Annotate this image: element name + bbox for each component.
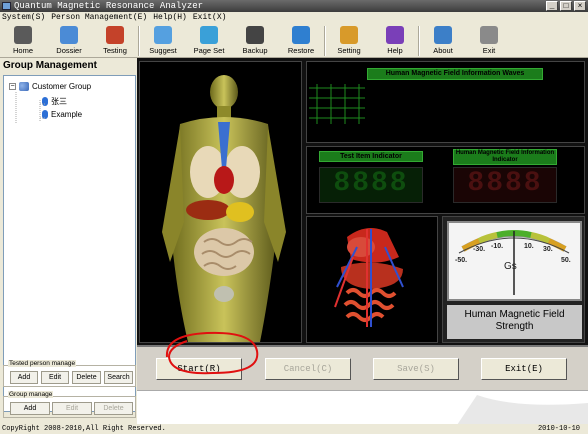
- toolbar-testing-button[interactable]: Testing: [92, 24, 138, 58]
- indicator-panel: Test Item Indicator 8888 Human Magnetic …: [306, 146, 585, 214]
- body-figure-panel: [139, 61, 302, 343]
- restore-icon: [292, 26, 310, 44]
- toolbar-label: Exit: [482, 46, 496, 55]
- tested-person-manage-group: Tested person manage Add Edit Delete Sea…: [3, 360, 136, 387]
- toolbar-backup-button[interactable]: Backup: [232, 24, 278, 58]
- menu-help[interactable]: Help(H): [153, 12, 187, 24]
- exit-icon: [480, 26, 498, 44]
- toolbar-setting-button[interactable]: Setting: [326, 24, 372, 58]
- toolbar-label: Home: [12, 46, 33, 55]
- action-bar: Start(R) Cancel(C) Save(S) Exit(E): [137, 331, 588, 390]
- copyright-text: CopyRight 2008-2010,All Right Reserved.: [2, 425, 166, 433]
- backup-icon: [246, 26, 264, 44]
- gauge-label: Human Magnetic Field Strength: [447, 305, 582, 339]
- sidebar-title: Group Management: [3, 60, 97, 71]
- toolbar-home-button[interactable]: Home: [0, 24, 46, 58]
- toolbar-label: Backup: [242, 46, 268, 55]
- toolbar-label: Help: [387, 46, 403, 55]
- toolbar-suggest-button[interactable]: Suggest: [140, 24, 186, 58]
- test-item-display: 8888: [319, 167, 423, 203]
- save-button[interactable]: Save(S): [373, 358, 459, 380]
- group-management-panel: Group Management − Customer Group 张三 Exa…: [0, 58, 137, 424]
- menu-system[interactable]: System(S): [2, 12, 45, 24]
- app-icon: [2, 2, 11, 10]
- dossier-icon: [60, 26, 78, 44]
- help-icon: [386, 26, 404, 44]
- toolbar-exit-button[interactable]: Exit: [466, 24, 512, 58]
- test-item-title: Test Item Indicator: [319, 151, 423, 162]
- toolbar-label: Page Set: [193, 46, 225, 55]
- info-indicator-display: 8888: [453, 167, 557, 203]
- red-circle-annotation: [165, 331, 259, 375]
- menu-bar: System(S) Person Management(E) Help(H) E…: [0, 12, 588, 24]
- toolbar-label: Setting: [337, 46, 361, 55]
- gauge-panel: -50. -30. -10. 10. 30. 50. Gs Human Magn…: [442, 216, 585, 343]
- suggest-icon: [154, 26, 172, 44]
- maximize-button[interactable]: □: [560, 1, 572, 11]
- gauge-tick-label: 30.: [543, 246, 553, 253]
- group-add-button[interactable]: Add: [10, 402, 50, 415]
- toolbar-about-button[interactable]: About: [420, 24, 466, 58]
- tested-delete-button[interactable]: Delete: [72, 371, 101, 384]
- exit-button[interactable]: Exit(E): [481, 358, 567, 380]
- gauge-tick-label: 50.: [561, 257, 571, 264]
- status-date: 2010-10-10: [537, 425, 580, 433]
- tested-edit-button[interactable]: Edit: [41, 371, 69, 384]
- group-manage-group: Group manage Add Edit Delete: [3, 391, 136, 418]
- status-bar: CopyRight 2008-2010,All Right Reserved. …: [0, 424, 588, 434]
- lower-content-area: [137, 390, 588, 425]
- cancel-button[interactable]: Cancel(C): [265, 358, 351, 380]
- tested-search-button[interactable]: Search: [104, 371, 133, 384]
- lower-scribble-background: [457, 395, 588, 425]
- gauge-tick-label: -30.: [473, 246, 486, 253]
- toolbar-label: Suggest: [149, 46, 177, 55]
- human-body-illustration: [162, 75, 286, 342]
- group-edit-button[interactable]: Edit: [52, 402, 92, 415]
- organs-panel: [306, 216, 438, 343]
- title-bar: Quantum Magnetic Resonance Analyzer _ □ …: [0, 0, 588, 12]
- tested-add-button[interactable]: Add: [10, 371, 38, 384]
- group-label: Tested person manage: [8, 360, 77, 367]
- toolbar-dossier-button[interactable]: Dossier: [46, 24, 92, 58]
- home-icon: [14, 26, 32, 44]
- page-set-icon: [200, 26, 218, 44]
- gauge-tick-label: 10.: [524, 243, 534, 250]
- toolbar-help-button[interactable]: Help: [372, 24, 418, 58]
- organs-illustration: [334, 228, 404, 327]
- waves-panel: Human Magnetic Field Information Waves: [306, 61, 585, 143]
- minimize-button[interactable]: _: [546, 1, 558, 11]
- menu-exit[interactable]: Exit(X): [193, 12, 227, 24]
- gauge-face: -50. -30. -10. 10. 30. 50. Gs: [447, 221, 582, 301]
- setting-icon: [340, 26, 358, 44]
- analyzer-display: Human Magnetic Field Information Waves T…: [137, 58, 588, 345]
- close-button[interactable]: ×: [574, 1, 586, 11]
- toolbar-label: Testing: [103, 46, 127, 55]
- gauge-tick-label: -50.: [455, 257, 468, 264]
- about-icon: [434, 26, 452, 44]
- menu-person-management[interactable]: Person Management(E): [51, 12, 147, 24]
- toolbar: Home Dossier Testing Suggest Page Set Ba…: [0, 24, 588, 58]
- tree-person-label: 张三: [51, 97, 67, 106]
- group-label: Group manage: [8, 391, 54, 398]
- waves-title: Human Magnetic Field Information Waves: [367, 68, 543, 80]
- group-delete-button[interactable]: Delete: [94, 402, 133, 415]
- tree-person-label: Example: [51, 110, 83, 119]
- gauge-unit: Gs: [504, 261, 517, 272]
- window-title: Quantum Magnetic Resonance Analyzer: [14, 1, 204, 11]
- toolbar-label: About: [433, 46, 453, 55]
- toolbar-page-set-button[interactable]: Page Set: [186, 24, 232, 58]
- testing-icon: [106, 26, 124, 44]
- waves-grid: [309, 84, 365, 124]
- gauge-tick-label: -10.: [491, 243, 504, 250]
- toolbar-restore-button[interactable]: Restore: [278, 24, 324, 58]
- toolbar-label: Dossier: [56, 46, 82, 55]
- info-indicator-title: Human Magnetic Field Information Indicat…: [453, 149, 557, 165]
- toolbar-label: Restore: [287, 46, 315, 55]
- tree-lines: [15, 92, 46, 124]
